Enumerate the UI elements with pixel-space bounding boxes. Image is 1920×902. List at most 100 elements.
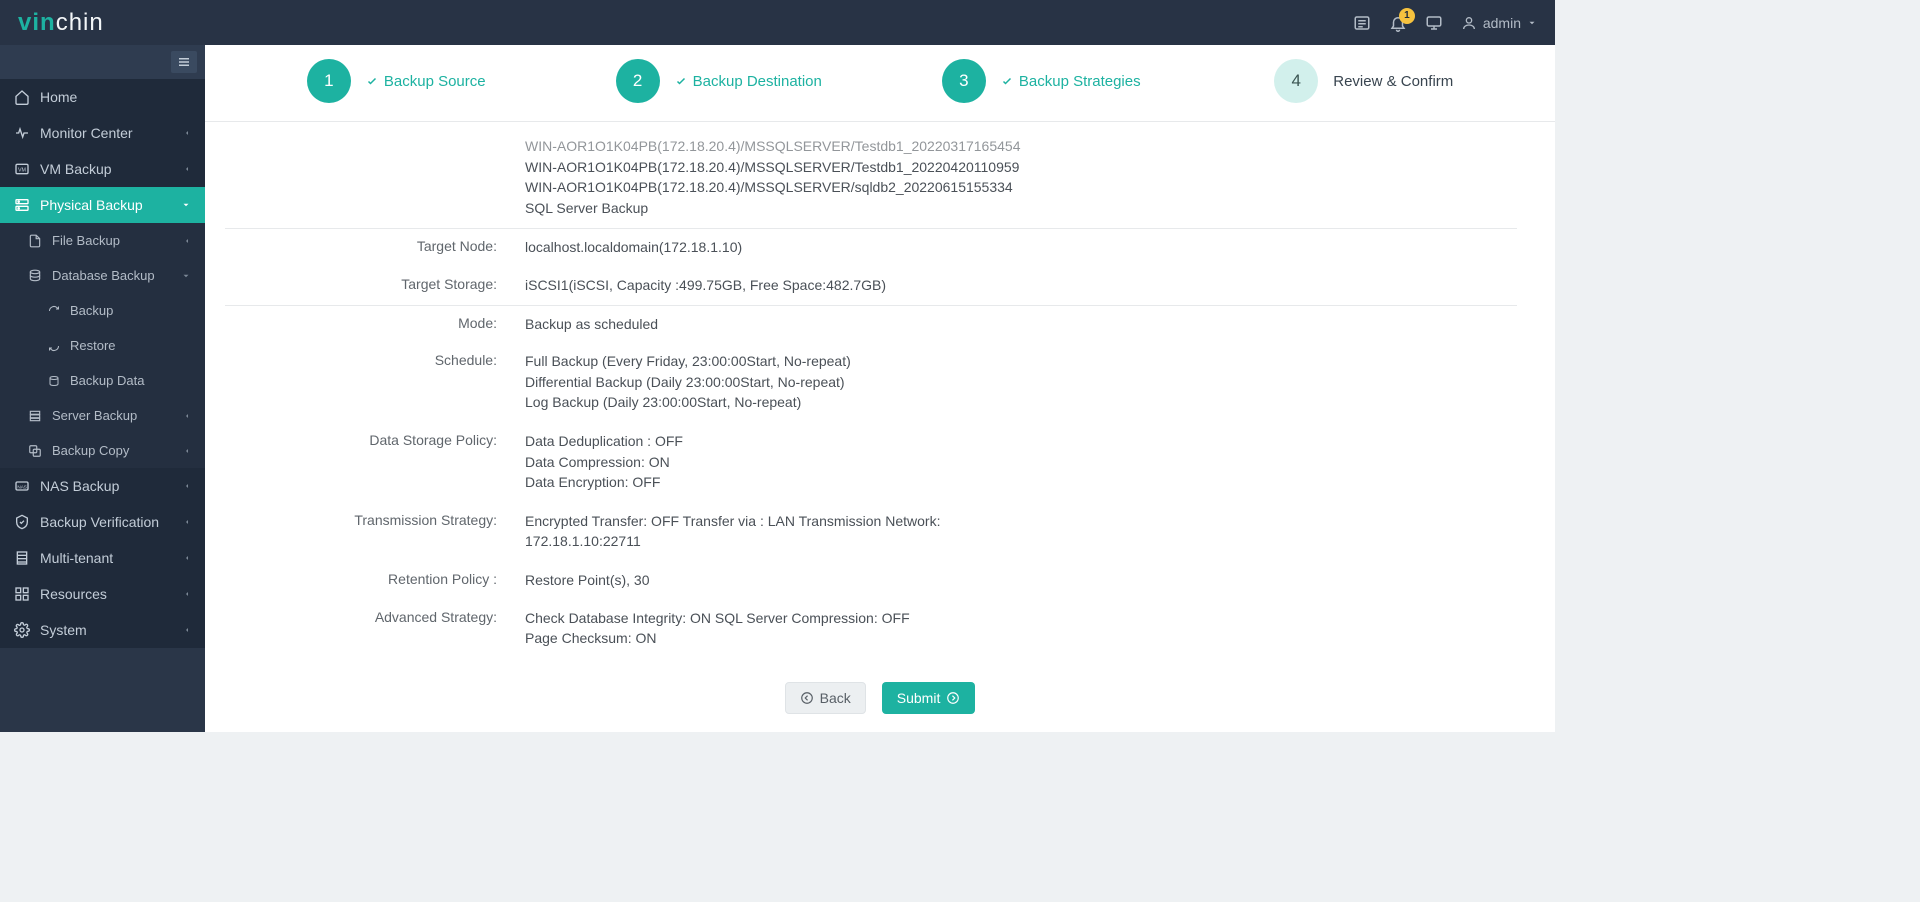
svg-text:VM: VM (18, 168, 26, 174)
row-schedule-key: Schedule: (225, 352, 525, 368)
nav-system[interactable]: System (0, 612, 205, 648)
step-2-text: Backup Destination (693, 73, 822, 90)
nav-monitor-center-label: Monitor Center (40, 125, 133, 141)
nav-database-backup-label: Database Backup (52, 268, 155, 283)
source-line-3: SQL Server Backup (525, 199, 1517, 219)
nav-resources[interactable]: Resources (0, 576, 205, 612)
database-icon (28, 269, 42, 283)
submit-button[interactable]: Submit (882, 682, 976, 714)
nav-nas-backup[interactable]: NAS NAS Backup (0, 468, 205, 504)
check-icon (675, 75, 687, 87)
nav-db-backup-data-label: Backup Data (70, 373, 144, 388)
notifications-icon[interactable]: 1 (1389, 14, 1407, 32)
nav-multi-tenant[interactable]: Multi-tenant (0, 540, 205, 576)
back-button[interactable]: Back (785, 682, 866, 714)
schedule-line-2: Log Backup (Daily 23:00:00Start, No-repe… (525, 393, 1517, 413)
step-backup-source[interactable]: 1 Backup Source (235, 59, 558, 103)
grid-icon (14, 586, 30, 602)
home-icon (14, 89, 30, 105)
nav-home[interactable]: Home (0, 79, 205, 115)
pulse-icon (14, 125, 30, 141)
nav-backup-verification[interactable]: Backup Verification (0, 504, 205, 540)
nav-db-restore[interactable]: Restore (0, 328, 205, 363)
row-sources-value: WIN-AOR1O1K04PB(172.18.20.4)/MSSQLSERVER… (525, 137, 1517, 219)
nav-physical-backup-label: Physical Backup (40, 197, 143, 213)
row-target-storage-value: iSCSI1(iSCSI, Capacity :499.75GB, Free S… (525, 276, 1517, 296)
step-3-num: 3 (942, 59, 986, 103)
nav-db-backup-data[interactable]: Backup Data (0, 363, 205, 398)
source-line-0: WIN-AOR1O1K04PB(172.18.20.4)/MSSQLSERVER… (525, 137, 1517, 157)
submit-button-label: Submit (897, 690, 941, 706)
rack-icon (28, 409, 42, 423)
sidebar-toggle-row (0, 45, 205, 79)
vm-icon: VM (14, 161, 30, 177)
chevron-left-icon (183, 588, 191, 600)
sidebar: Home Monitor Center VM VM Backup Physica… (0, 45, 205, 732)
chevron-left-icon (183, 552, 191, 564)
review-scroll[interactable]: WIN-AOR1O1K04PB(172.18.20.4)/MSSQLSERVER… (205, 122, 1537, 670)
as-line-1: Page Checksum: ON (525, 629, 1517, 649)
nav-db-backup[interactable]: Backup (0, 293, 205, 328)
stepper: 1 Backup Source 2 Backup Destination 3 (205, 45, 1555, 122)
chevron-left-icon (183, 624, 191, 636)
row-mode-key: Mode: (225, 315, 525, 331)
ts-line-1: 172.18.1.10:22711 (525, 532, 1517, 552)
row-speed-controller-key: Speed Controller: (225, 668, 525, 670)
nav-monitor-center[interactable]: Monitor Center (0, 115, 205, 151)
row-target-storage: Target Storage: iSCSI1(iSCSI, Capacity :… (225, 267, 1517, 305)
nav-server-backup-label: Server Backup (52, 408, 137, 423)
chevron-left-icon (183, 163, 191, 175)
review-container: WIN-AOR1O1K04PB(172.18.20.4)/MSSQLSERVER… (205, 122, 1555, 670)
nav-vm-backup[interactable]: VM VM Backup (0, 151, 205, 187)
chevron-left-icon (183, 480, 191, 492)
nav-physical-backup[interactable]: Physical Backup (0, 187, 205, 223)
nav-home-label: Home (40, 89, 77, 105)
check-icon (1001, 75, 1013, 87)
dsp-line-2: Data Encryption: OFF (525, 473, 1517, 493)
user-icon (1461, 15, 1477, 31)
nav-server-backup[interactable]: Server Backup (0, 398, 205, 433)
chevron-left-icon (183, 410, 191, 422)
nav-database-sub: Backup Restore Backup Data (0, 293, 205, 398)
brand-part2: chin (56, 9, 104, 37)
nav-backup-verification-label: Backup Verification (40, 514, 159, 530)
step-1-label: Backup Source (366, 73, 486, 90)
building-icon (14, 550, 30, 566)
footer: Back Submit (205, 670, 1555, 732)
chevron-down-icon (181, 200, 191, 210)
dsp-line-0: Data Deduplication : OFF (525, 432, 1517, 452)
chevron-left-icon (183, 516, 191, 528)
step-backup-destination[interactable]: 2 Backup Destination (558, 59, 881, 103)
step-2-num: 2 (616, 59, 660, 103)
file-icon (28, 234, 42, 248)
user-menu[interactable]: admin (1461, 15, 1537, 31)
step-4-num: 4 (1274, 59, 1318, 103)
nav-db-restore-label: Restore (70, 338, 116, 353)
nav-file-backup[interactable]: File Backup (0, 223, 205, 258)
sidebar-toggle-button[interactable] (171, 51, 197, 73)
row-mode-value: Backup as scheduled (525, 315, 1517, 335)
list-icon[interactable] (1353, 14, 1371, 32)
row-data-storage-policy-key: Data Storage Policy: (225, 432, 525, 448)
monitor-icon[interactable] (1425, 14, 1443, 32)
row-retention-policy-value: Restore Point(s), 30 (525, 571, 1517, 591)
row-data-storage-policy-value: Data Deduplication : OFF Data Compressio… (525, 432, 1517, 494)
nas-icon: NAS (14, 478, 30, 494)
nav-system-label: System (40, 622, 87, 638)
row-retention-policy: Retention Policy : Restore Point(s), 30 (225, 562, 1517, 600)
step-review-confirm[interactable]: 4 Review & Confirm (1203, 59, 1526, 103)
row-mode: Mode: Backup as scheduled (225, 305, 1517, 344)
panel: 1 Backup Source 2 Backup Destination 3 (205, 45, 1555, 732)
svg-text:NAS: NAS (17, 485, 27, 490)
row-transmission-strategy: Transmission Strategy: Encrypted Transfe… (225, 503, 1517, 562)
step-backup-strategies[interactable]: 3 Backup Strategies (880, 59, 1203, 103)
topbar: vinchin 1 admin (0, 0, 1555, 45)
arrow-right-circle-icon (946, 691, 960, 705)
disk-icon (48, 375, 60, 387)
row-sources: WIN-AOR1O1K04PB(172.18.20.4)/MSSQLSERVER… (225, 130, 1517, 228)
chevron-down-icon (181, 271, 191, 281)
nav-vm-backup-label: VM Backup (40, 161, 112, 177)
nav-backup-copy[interactable]: Backup Copy (0, 433, 205, 468)
nav-database-backup[interactable]: Database Backup (0, 258, 205, 293)
top-right-tools: 1 admin (1353, 14, 1537, 32)
